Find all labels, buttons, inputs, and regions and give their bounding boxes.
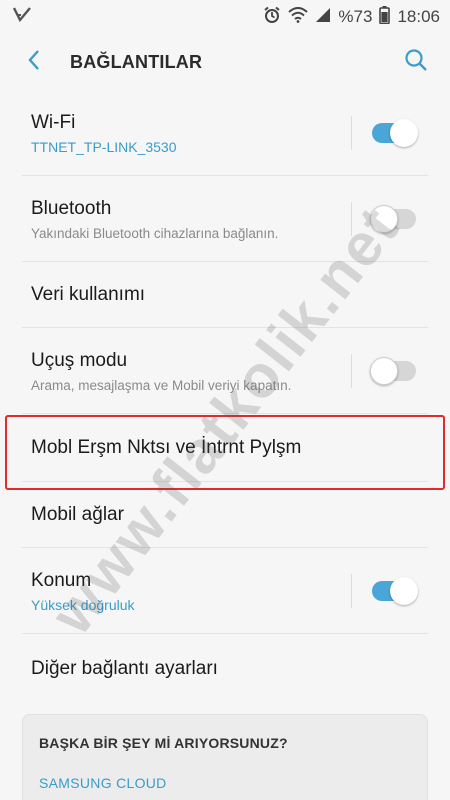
signal-icon xyxy=(315,7,331,28)
back-arrow-icon xyxy=(27,49,41,76)
divider xyxy=(351,116,352,150)
alarm-icon xyxy=(263,6,281,29)
page-title: BAĞLANTILAR xyxy=(70,51,203,72)
bluetooth-row[interactable]: Bluetooth Yakındaki Bluetooth cihazların… xyxy=(0,176,450,262)
hotspot-tethering-label: Mobl Erşm Nktsı ve İntrnt Pylşm xyxy=(31,437,302,458)
wifi-label: Wi-Fi xyxy=(31,111,76,133)
airplane-mode-toggle[interactable] xyxy=(370,356,418,386)
more-connection-settings-row[interactable]: Diğer bağlantı ayarları xyxy=(0,634,450,704)
clock: 18:06 xyxy=(397,7,440,26)
wifi-network-name: TTNET_TP-LINK_3530 xyxy=(31,138,177,155)
battery-percent: %73 xyxy=(338,7,373,26)
location-toggle[interactable] xyxy=(370,576,418,606)
bluetooth-toggle[interactable] xyxy=(370,204,418,234)
search-button[interactable] xyxy=(398,44,434,80)
bluetooth-label: Bluetooth xyxy=(31,197,112,219)
mobile-networks-label: Mobil ağlar xyxy=(31,504,124,525)
location-mode: Yüksek doğruluk xyxy=(31,596,135,613)
back-button[interactable] xyxy=(6,34,62,90)
more-connection-settings-label: Diğer bağlantı ayarları xyxy=(31,658,218,679)
data-usage-row[interactable]: Veri kullanımı xyxy=(0,262,450,328)
bluetooth-description: Yakındaki Bluetooth cihazlarına bağlanın… xyxy=(31,225,279,241)
mobile-networks-row[interactable]: Mobil ağlar xyxy=(0,482,450,548)
search-icon xyxy=(404,48,428,77)
airplane-mode-description: Arama, mesajlaşma ve Mobil veriyi kapatı… xyxy=(31,377,292,393)
wifi-icon xyxy=(288,6,309,28)
suggestion-card: BAŞKA BİR ŞEY Mİ ARIYORSUNUZ? SAMSUNG CL… xyxy=(22,714,428,800)
airplane-mode-label: Uçuş modu xyxy=(31,349,128,371)
location-label: Konum xyxy=(31,569,92,591)
location-row[interactable]: Konum Yüksek doğruluk xyxy=(0,548,450,634)
samsung-cloud-link[interactable]: SAMSUNG CLOUD xyxy=(39,775,411,791)
airplane-mode-row[interactable]: Uçuş modu Arama, mesajlaşma ve Mobil ver… xyxy=(0,328,450,414)
data-usage-label: Veri kullanımı xyxy=(31,284,146,305)
suggestion-title: BAŞKA BİR ŞEY Mİ ARIYORSUNUZ? xyxy=(39,735,288,751)
battery-icon xyxy=(379,5,391,29)
settings-list: Wi-Fi TTNET_TP-LINK_3530 Bluetooth Yakın… xyxy=(0,90,450,704)
app-bar: BAĞLANTILAR xyxy=(0,34,450,90)
divider xyxy=(351,202,352,236)
wifi-toggle[interactable] xyxy=(370,118,418,148)
hotspot-tethering-row[interactable]: Mobl Erşm Nktsı ve İntrnt Pylşm xyxy=(0,414,450,482)
status-bar: %73 18:06 xyxy=(0,0,450,34)
wifi-row[interactable]: Wi-Fi TTNET_TP-LINK_3530 xyxy=(0,90,450,176)
divider xyxy=(351,574,352,608)
notification-check-icon xyxy=(12,6,32,29)
divider xyxy=(351,354,352,388)
